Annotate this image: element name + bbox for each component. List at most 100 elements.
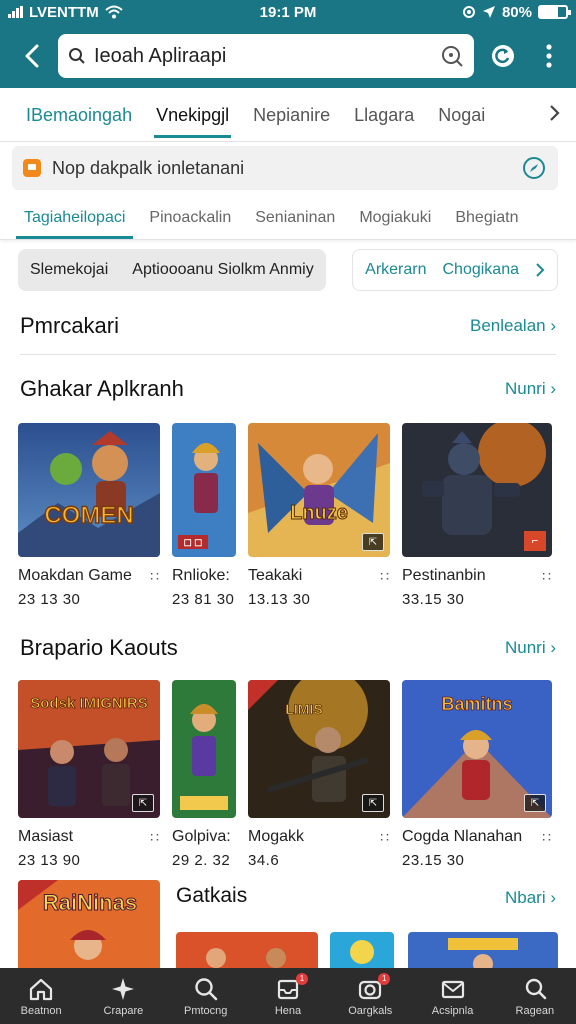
section-link[interactable]: Nunri › <box>505 379 556 399</box>
artwork-title: LIMIS <box>285 701 322 717</box>
tab-item[interactable]: Nepianire <box>241 91 342 138</box>
game-tile[interactable]: COMEN Moakdan Game ∷ 23 13 30 <box>18 423 160 608</box>
voice-search-icon[interactable] <box>440 44 464 68</box>
game-rating: 29 2. 32 <box>172 852 231 869</box>
game-name: Rnlioke: <box>172 567 230 584</box>
chip-group: Slemekojai Aptioooanu Siolkm Anmiy <box>18 249 326 291</box>
game-artwork[interactable]: Bamitns ⇱ <box>402 680 552 818</box>
mail-icon <box>441 980 464 999</box>
game-artwork[interactable]: Lnuze ⇱ <box>248 423 390 557</box>
nav-item[interactable]: Acsipnla <box>411 968 493 1024</box>
promo-artwork[interactable] <box>330 932 394 968</box>
section-title: Gatkais <box>176 884 248 907</box>
game-rating: 33.15 30 <box>402 591 465 608</box>
more-options-button[interactable] <box>532 36 566 76</box>
nav-label: Crapare <box>103 1005 144 1017</box>
game-artwork[interactable]: COMEN <box>18 423 160 557</box>
game-name: Pestinanbin <box>402 567 486 584</box>
search-bar[interactable] <box>58 34 474 78</box>
more-icon[interactable]: ∷ <box>542 568 552 585</box>
artwork-title: Bamitns <box>441 694 512 714</box>
game-name: Moakdan Game <box>18 567 132 584</box>
promo-artwork[interactable] <box>408 932 558 968</box>
battery-percent: 80% <box>501 3 532 21</box>
game-tile[interactable]: ☐ ☐ Rnlioke: 23 81 30 <box>172 423 236 608</box>
notice-banner[interactable]: Nop dakpalk ionletanani <box>12 146 558 190</box>
section-link[interactable]: Nunri › <box>505 638 556 658</box>
filter-chips: Slemekojai Aptioooanu Siolkm Anmiy Arker… <box>0 248 576 292</box>
app-badge-icon <box>23 159 41 177</box>
promo-section: RaiNinas Gatkais Nbari › <box>0 880 576 968</box>
category-tab[interactable]: Tagiaheilopaci <box>12 209 137 239</box>
game-tile[interactable]: Bamitns ⇱ Cogda Nlanahan ∷ 23.15 30 <box>402 680 552 869</box>
game-rating: 13.13 30 <box>248 591 311 608</box>
app-screen: LVENTTM 19:1 PM 80% IBemaoingahVnekipgjl… <box>0 0 576 1024</box>
more-icon[interactable]: ∷ <box>380 829 390 846</box>
artwork-title: RaiNinas <box>43 890 137 915</box>
game-artwork[interactable]: LIMIS ⇱ <box>248 680 390 818</box>
section-header: Ghakar Aplkranh Nunri › <box>0 355 576 423</box>
more-icon[interactable]: ∷ <box>150 568 160 585</box>
tab-item[interactable]: IBemaoingah <box>14 91 144 138</box>
compass-icon[interactable] <box>522 156 546 180</box>
nav-item[interactable]: Beatnon <box>0 968 82 1024</box>
game-artwork[interactable]: ☐ ☐ <box>172 423 236 557</box>
category-tab[interactable]: Senianinan <box>243 209 347 239</box>
game-tile[interactable]: Golpiva: 29 2. 32 <box>172 680 236 869</box>
game-artwork[interactable]: ⌐ <box>402 423 552 557</box>
tab-item[interactable]: Vnekipgjl <box>144 91 241 138</box>
location-icon <box>462 6 475 18</box>
promo-artwork[interactable]: RaiNinas <box>18 880 160 968</box>
chip-link[interactable]: Chogikana <box>443 261 520 279</box>
tab-item[interactable]: Nogai <box>426 91 497 138</box>
section-title: Ghakar Aplkranh <box>20 376 184 401</box>
more-icon[interactable]: ∷ <box>150 829 160 846</box>
search-icon <box>69 48 85 64</box>
game-tile[interactable]: LIMIS ⇱ Mogakk ∷ 34.6 <box>248 680 390 869</box>
chevron-left-icon <box>25 44 39 68</box>
search-input[interactable] <box>94 44 432 68</box>
back-button[interactable] <box>18 36 46 76</box>
game-badge-icon: ⇱ <box>362 794 384 812</box>
nav-label: Beatnon <box>20 1005 62 1017</box>
section-header: Pmrcakari Benlealan › <box>0 298 576 354</box>
game-rating: 23.15 30 <box>402 852 465 869</box>
nav-item[interactable]: 1 Hena <box>247 968 329 1024</box>
game-badge-icon: ⇱ <box>132 794 154 812</box>
top-tabs: IBemaoingah Vnekipgjl Nepianire Llagara Noga… <box>0 88 576 142</box>
game-artwork[interactable] <box>172 680 236 818</box>
artwork-title: Lnuze <box>290 502 348 524</box>
navigation-arrow-icon <box>482 6 495 18</box>
section-title: Pmrcakari <box>20 313 120 338</box>
game-tile[interactable]: Sodsk IMIGNIRS ⇱ Masiast ∷ 23 13 90 <box>18 680 160 869</box>
more-icon[interactable]: ∷ <box>542 829 552 846</box>
chip-link[interactable]: Arkerarn <box>365 261 426 279</box>
promo-artwork[interactable] <box>176 932 318 968</box>
account-button[interactable] <box>486 36 520 76</box>
nav-item[interactable]: Crapare <box>82 968 164 1024</box>
game-name: Golpiva: <box>172 828 231 845</box>
chip-option[interactable]: Slemekojai <box>18 261 120 279</box>
section-link[interactable]: Benlealan › <box>470 316 556 336</box>
tab-item[interactable]: Llagara <box>342 91 426 138</box>
more-vertical-icon <box>546 44 552 68</box>
star-icon <box>112 978 135 1000</box>
game-rating: 34.6 <box>248 852 280 869</box>
nav-item[interactable]: 1 Oargkals <box>329 968 411 1024</box>
game-tile[interactable]: Lnuze ⇱ Teakaki ∷ 13.13 30 <box>248 423 390 608</box>
game-artwork[interactable]: Sodsk IMIGNIRS ⇱ <box>18 680 160 818</box>
category-tab[interactable]: Bhegiatn <box>443 209 530 239</box>
nav-item[interactable]: Pmtocng <box>165 968 247 1024</box>
more-icon[interactable]: ∷ <box>380 568 390 585</box>
category-tab[interactable]: Mogiakuki <box>347 209 443 239</box>
section-link[interactable]: Nbari › <box>505 888 556 908</box>
game-rating: 23 13 30 <box>18 591 81 608</box>
game-tile[interactable]: ⌐ Pestinanbin ∷ 33.15 30 <box>402 423 552 608</box>
category-tab[interactable]: Pinoackalin <box>137 209 243 239</box>
nav-item[interactable]: Ragean <box>494 968 576 1024</box>
nav-label: Hena <box>274 1005 302 1017</box>
chip-option[interactable]: Aptioooanu Siolkm Anmiy <box>120 261 325 279</box>
tabs-scroll-button[interactable] <box>536 90 576 139</box>
svg-text:☐ ☐: ☐ ☐ <box>184 538 203 548</box>
chevron-right-icon[interactable] <box>535 262 545 278</box>
